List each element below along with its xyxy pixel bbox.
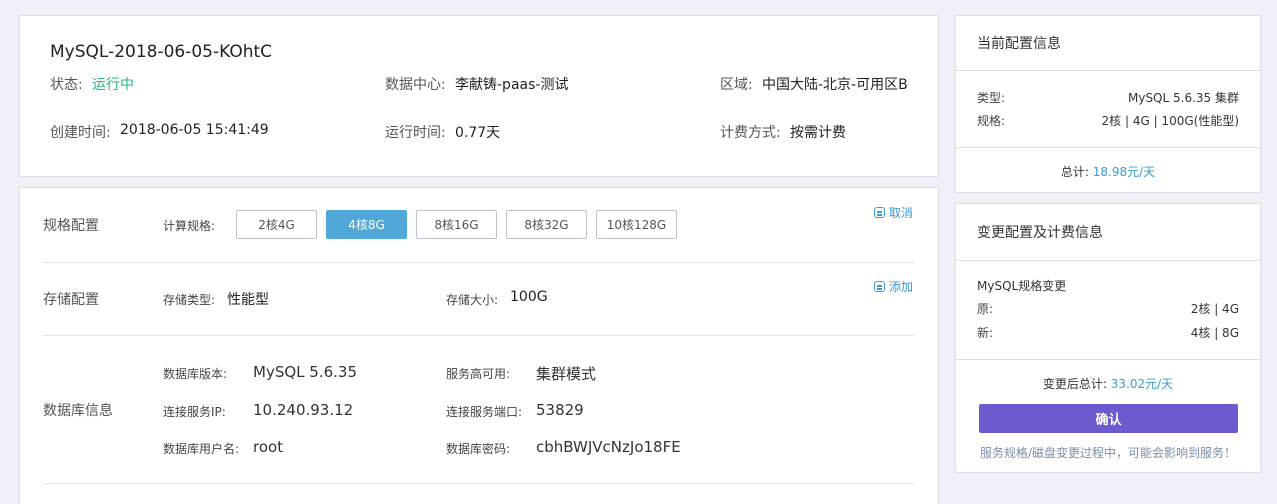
change-total-label: 变更后总计: bbox=[1042, 377, 1107, 391]
change-warning: 服务规格/磁盘变更过程中，可能会影响到服务！ bbox=[979, 446, 1237, 460]
edit-icon bbox=[874, 281, 885, 292]
db-password-label: 数据库密码: bbox=[446, 442, 511, 456]
ha-label: 服务高可用: bbox=[446, 367, 511, 381]
storage-size-value: 100G bbox=[510, 289, 548, 305]
add-storage-link[interactable]: 添加 bbox=[874, 278, 913, 295]
spec-option-8c32g[interactable]: 8核32G bbox=[506, 210, 587, 239]
storage-type-value: 性能型 bbox=[227, 292, 269, 308]
edit-icon bbox=[874, 207, 885, 218]
add-label: 添加 bbox=[889, 280, 914, 294]
divider bbox=[956, 147, 1260, 148]
ip-value: 10.240.93.12 bbox=[253, 401, 354, 419]
db-user-value: root bbox=[253, 438, 284, 456]
runtime-label: 运行时间: bbox=[385, 125, 446, 141]
spec-option-10c128g[interactable]: 10核128G bbox=[596, 210, 677, 239]
type-value: MySQL 5.6.35 集群 bbox=[1127, 91, 1239, 105]
storage-section-title: 存储配置 bbox=[43, 292, 99, 308]
original-spec-row: 原: 2核 | 4G bbox=[977, 300, 1239, 317]
change-total: 变更后总计: 33.02元/天 bbox=[956, 375, 1260, 392]
ha-value: 集群模式 bbox=[536, 365, 597, 383]
spec-label: 规格: bbox=[977, 114, 1006, 128]
total-label: 总计: bbox=[1060, 165, 1089, 179]
change-config-card: 变更配置及计费信息 MySQL规格变更 原: 2核 | 4G 新: 4核 | 8… bbox=[955, 203, 1261, 473]
spec-section-title: 规格配置 bbox=[43, 218, 99, 234]
config-card: 规格配置 计算规格: 2核4G 4核8G 8核16G 8核32G 10核128G… bbox=[19, 187, 939, 504]
current-config-card: 当前配置信息 类型: MySQL 5.6.35 集群 规格: 2核 | 4G |… bbox=[955, 15, 1261, 193]
ip-label: 连接服务IP: bbox=[163, 405, 226, 419]
status-value: 运行中 bbox=[92, 77, 134, 93]
change-subtitle: MySQL规格变更 bbox=[977, 279, 1067, 293]
region-label: 区域: bbox=[720, 77, 753, 93]
spec-option-2c4g[interactable]: 2核4G bbox=[236, 210, 317, 239]
db-version-value: MySQL 5.6.35 bbox=[253, 363, 357, 381]
spec-option-8c16g[interactable]: 8核16G bbox=[416, 210, 497, 239]
datacenter-label: 数据中心: bbox=[385, 77, 446, 93]
status-label: 状态: bbox=[50, 77, 83, 93]
current-config-title: 当前配置信息 bbox=[956, 16, 1260, 71]
db-version-label: 数据库版本: bbox=[163, 367, 228, 381]
db-password-value: cbhBWJVcNzJo18FE bbox=[536, 438, 681, 456]
new-label: 新: bbox=[977, 326, 994, 340]
runtime-value: 0.77天 bbox=[455, 125, 501, 141]
original-label: 原: bbox=[977, 302, 994, 316]
divider bbox=[43, 335, 915, 336]
new-value: 4核 | 8G bbox=[1190, 326, 1239, 340]
storage-type-label: 存储类型: bbox=[163, 293, 216, 307]
change-config-title: 变更配置及计费信息 bbox=[956, 204, 1260, 261]
new-spec-row: 新: 4核 | 8G bbox=[977, 324, 1239, 341]
storage-size-label: 存储大小: bbox=[446, 293, 499, 307]
spec-value: 2核 | 4G | 100G(性能型) bbox=[1101, 114, 1239, 128]
current-total: 总计: 18.98元/天 bbox=[956, 163, 1260, 180]
port-label: 连接服务端口: bbox=[446, 405, 523, 419]
spec-option-4c8g[interactable]: 4核8G bbox=[326, 210, 407, 239]
datacenter-value: 李献铸-paas-测试 bbox=[455, 77, 569, 93]
change-total-value: 33.02元/天 bbox=[1110, 377, 1174, 391]
instance-name: MySQL-2018-06-05-KOhtC bbox=[50, 42, 273, 62]
total-value: 18.98元/天 bbox=[1092, 165, 1156, 179]
compute-spec-label: 计算规格: bbox=[163, 219, 216, 233]
db-section-title: 数据库信息 bbox=[43, 403, 113, 419]
cancel-link[interactable]: 取消 bbox=[874, 204, 913, 221]
instance-info-card: MySQL-2018-06-05-KOhtC 状态: 运行中 数据中心: 李献铸… bbox=[19, 15, 939, 177]
original-value: 2核 | 4G bbox=[1190, 302, 1239, 316]
divider bbox=[956, 359, 1260, 360]
divider bbox=[43, 262, 915, 263]
billing-value: 按需计费 bbox=[790, 125, 846, 141]
db-user-label: 数据库用户名: bbox=[163, 442, 240, 456]
current-type-row: 类型: MySQL 5.6.35 集群 bbox=[977, 89, 1239, 106]
divider bbox=[43, 483, 915, 484]
type-label: 类型: bbox=[977, 91, 1006, 105]
port-value: 53829 bbox=[536, 401, 584, 419]
confirm-button[interactable]: 确认 bbox=[979, 404, 1238, 433]
billing-label: 计费方式: bbox=[720, 125, 781, 141]
cancel-label: 取消 bbox=[889, 206, 914, 220]
current-spec-row: 规格: 2核 | 4G | 100G(性能型) bbox=[977, 112, 1239, 129]
created-label: 创建时间: bbox=[50, 125, 111, 141]
region-value: 中国大陆-北京-可用区B bbox=[762, 77, 908, 93]
created-value: 2018-06-05 15:41:49 bbox=[120, 122, 269, 138]
